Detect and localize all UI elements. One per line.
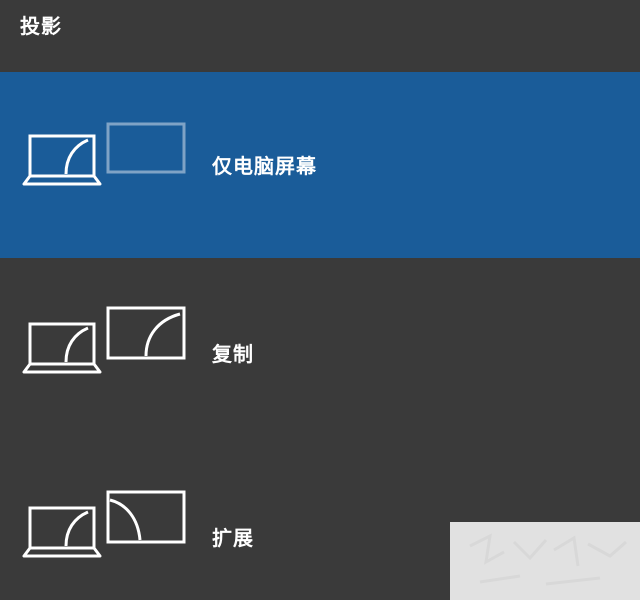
watermark-decoration xyxy=(450,522,640,600)
option-label: 仅电脑屏幕 xyxy=(212,154,317,178)
pc-screen-only-icon xyxy=(22,122,186,186)
duplicate-icon xyxy=(22,306,186,374)
panel-title: 投影 xyxy=(20,14,62,38)
project-panel: 投影 仅电脑屏幕 复制 扩展 xyxy=(0,0,640,600)
option-label: 复制 xyxy=(212,342,254,366)
option-duplicate[interactable]: 复制 xyxy=(0,258,640,444)
extend-icon xyxy=(22,490,186,558)
option-label: 扩展 xyxy=(212,526,254,550)
option-pc-screen-only[interactable]: 仅电脑屏幕 xyxy=(0,72,640,258)
